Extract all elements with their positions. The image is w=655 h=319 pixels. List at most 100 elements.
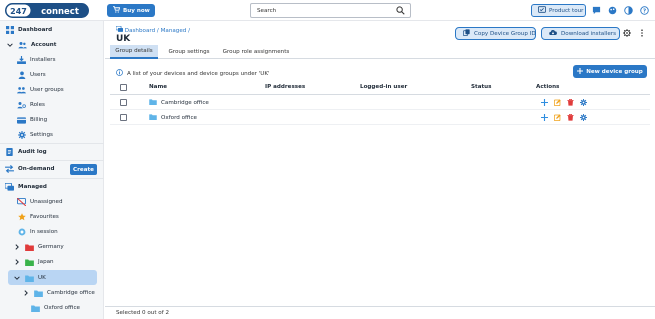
- new-device-group-label: New device group: [586, 68, 643, 75]
- sidebar-item-dashboard[interactable]: Dashboard: [5, 23, 52, 37]
- chevron-right-icon: [21, 289, 30, 298]
- sidebar-item-users[interactable]: Users: [17, 68, 46, 82]
- chevron-right-icon: [12, 243, 21, 252]
- sidebar-item-managed[interactable]: Managed: [5, 180, 47, 194]
- copy-device-group-id-label: Copy Device Group ID: [474, 30, 536, 37]
- sidebar-item-user-groups[interactable]: User groups: [17, 83, 64, 97]
- sidebar-item-label: Japan: [38, 259, 54, 265]
- sidebar-item-unassigned[interactable]: Unassigned: [17, 195, 63, 209]
- delete-icon[interactable]: [566, 98, 575, 107]
- copy-device-group-id-button[interactable]: Copy Device Group ID: [455, 27, 536, 40]
- column-header-status[interactable]: Status: [471, 84, 491, 90]
- sidebar-item-oxford-office[interactable]: Oxford office: [31, 301, 80, 315]
- row-name-label: Cambridge office: [161, 100, 209, 106]
- tab-group-details[interactable]: Group details: [110, 45, 158, 59]
- selection-count: Selected 0 out of 2: [116, 310, 170, 316]
- star-icon: [17, 213, 26, 222]
- download-installers-button[interactable]: Download installers: [541, 27, 620, 40]
- installers-icon: [17, 56, 26, 65]
- sidebar-item-settings[interactable]: Settings: [17, 128, 53, 142]
- new-device-group-button[interactable]: New device group: [573, 65, 647, 78]
- add-icon[interactable]: [540, 98, 549, 107]
- sidebar-item-germany[interactable]: Germany: [12, 240, 64, 254]
- column-header-logged-in-user[interactable]: Logged-in user: [360, 84, 407, 90]
- row-checkbox[interactable]: [120, 99, 127, 106]
- table-footer: Selected 0 out of 2: [105, 306, 655, 319]
- gear-icon[interactable]: [579, 98, 588, 107]
- table-header: Name IP addresses Logged-in user Status …: [110, 81, 650, 95]
- sidebar-item-installers[interactable]: Installers: [17, 53, 56, 67]
- sidebar-item-favourites[interactable]: Favourites: [17, 210, 59, 224]
- help-icon[interactable]: ?: [639, 5, 650, 16]
- page-title: UK: [116, 34, 131, 44]
- sidebar-item-in-session[interactable]: In session: [17, 225, 58, 239]
- buy-now-label: Buy now: [123, 7, 150, 14]
- contrast-icon[interactable]: [623, 5, 634, 16]
- tab-group-role-assignments[interactable]: Group role assignments: [220, 45, 292, 59]
- gear-icon[interactable]: [579, 113, 588, 122]
- plus-icon: [577, 67, 584, 76]
- cart-icon: [113, 6, 121, 15]
- tab-group-settings[interactable]: Group settings: [163, 45, 215, 59]
- sidebar-item-label: Dashboard: [18, 27, 53, 33]
- sidebar: Dashboard Account Installers Users User …: [0, 21, 104, 319]
- edit-icon[interactable]: [553, 98, 562, 107]
- breadcrumb-text: Dashboard / Managed /: [124, 28, 191, 34]
- sidebar-item-label: On-demand: [18, 166, 55, 172]
- chat-icon[interactable]: [591, 5, 602, 16]
- more-vertical-icon[interactable]: [640, 29, 644, 39]
- chevron-down-icon: [12, 274, 21, 283]
- logo[interactable]: 247 connect: [5, 3, 90, 18]
- row-name[interactable]: Cambridge office: [149, 99, 209, 107]
- column-header-name[interactable]: Name: [149, 84, 167, 90]
- sidebar-item-cambridge-office[interactable]: Cambridge office: [21, 286, 95, 300]
- column-header-actions: Actions: [536, 84, 560, 90]
- column-header-ip-addresses[interactable]: IP addresses: [265, 84, 305, 90]
- sidebar-item-label: UK: [38, 275, 46, 281]
- tab-bar: Group details Group settings Group role …: [105, 45, 655, 59]
- palette-icon[interactable]: [607, 5, 618, 16]
- product-tour-button[interactable]: Product tour: [531, 4, 586, 17]
- sidebar-item-label: Oxford office: [44, 305, 80, 311]
- add-icon[interactable]: [540, 113, 549, 122]
- sidebar-item-uk[interactable]: UK: [12, 271, 46, 285]
- sidebar-divider: [0, 160, 104, 161]
- row-name[interactable]: Oxford office: [149, 114, 197, 122]
- search-input[interactable]: [257, 7, 387, 15]
- folder-icon: [34, 289, 43, 298]
- sidebar-divider: [0, 143, 104, 144]
- sidebar-item-label: Installers: [30, 57, 56, 63]
- gear-icon[interactable]: [623, 29, 631, 39]
- billing-icon: [17, 116, 26, 125]
- unassigned-icon: [17, 198, 26, 207]
- sidebar-item-label: Settings: [30, 132, 53, 138]
- sidebar-item-label: Users: [30, 72, 46, 78]
- search-icon[interactable]: [396, 6, 405, 17]
- row-checkbox[interactable]: [120, 114, 127, 121]
- copy-icon: [463, 29, 470, 38]
- sidebar-item-roles[interactable]: Roles: [17, 98, 45, 112]
- roles-icon: [17, 101, 26, 110]
- table-row[interactable]: Oxford office: [110, 111, 650, 125]
- sidebar-item-on-demand[interactable]: On-demand: [5, 162, 54, 176]
- breadcrumb[interactable]: Dashboard / Managed /: [115, 25, 191, 34]
- folder-icon: [25, 243, 34, 252]
- chevron-down-icon: [5, 41, 14, 50]
- user-icon: [17, 71, 26, 80]
- sidebar-item-label: Favourites: [30, 214, 59, 220]
- sidebar-item-audit-log[interactable]: Audit log: [5, 145, 47, 159]
- select-all-checkbox[interactable]: [120, 84, 127, 91]
- sidebar-item-japan[interactable]: Japan: [12, 255, 54, 269]
- sidebar-item-label: Roles: [30, 102, 45, 108]
- sidebar-item-billing[interactable]: Billing: [17, 113, 47, 127]
- row-actions: [540, 113, 588, 122]
- table-row[interactable]: Cambridge office: [110, 96, 650, 110]
- delete-icon[interactable]: [566, 113, 575, 122]
- folder-icon: [31, 304, 40, 313]
- create-button[interactable]: Create: [70, 164, 97, 175]
- buy-now-button[interactable]: Buy now: [107, 4, 155, 17]
- on-demand-icon: [5, 165, 14, 174]
- sidebar-item-account[interactable]: Account: [5, 38, 56, 52]
- edit-icon[interactable]: [553, 113, 562, 122]
- sidebar-item-label: Managed: [18, 184, 47, 190]
